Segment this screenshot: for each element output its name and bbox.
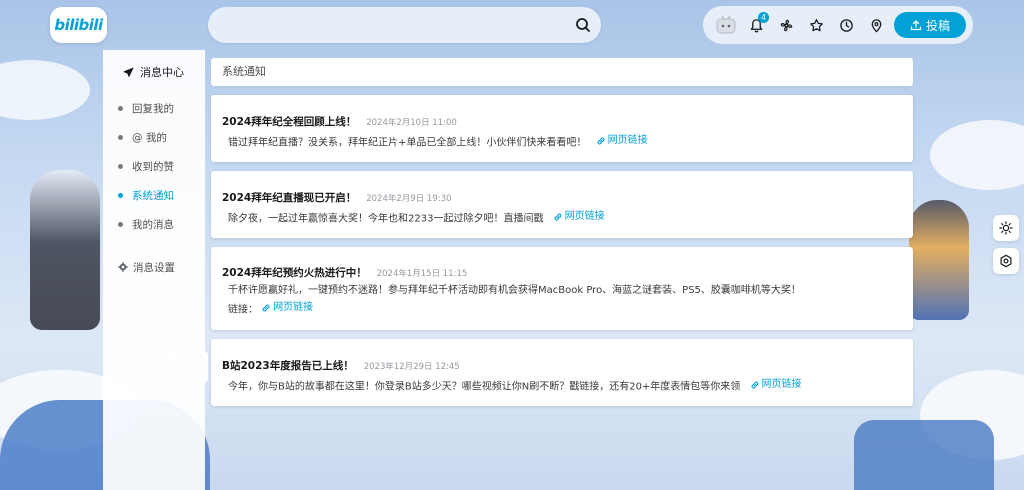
web-link[interactable]: 网页链接 <box>261 299 313 316</box>
gear-icon <box>118 262 128 272</box>
background-character-left <box>30 170 100 330</box>
bullet-dot <box>118 222 123 227</box>
sidebar-title-text: 消息中心 <box>140 66 184 79</box>
bilibili-logo[interactable]: bilibili <box>50 7 107 43</box>
bullet-dot <box>118 135 123 140</box>
sidebar-item-message-settings[interactable]: 消息设置 <box>103 253 205 281</box>
link-icon <box>597 137 605 144</box>
location-pin-icon <box>871 18 881 33</box>
link-icon <box>262 304 270 311</box>
notification-button[interactable]: 4 <box>741 10 771 40</box>
upload-button[interactable]: 投稿 <box>894 12 966 38</box>
bullet-dot <box>118 164 123 169</box>
notice-link-line: 链接： 网页链接 <box>228 299 913 319</box>
logo-text: bilibili <box>54 16 103 34</box>
sidebar-item-likes[interactable]: 收到的赞 <box>103 152 205 181</box>
notice-title: B站2023年度报告已上线！ <box>222 360 354 372</box>
favorites-button[interactable] <box>801 10 831 40</box>
notice-text: 错过拜年纪直播？没关系，拜年纪正片+单品已全部上线！小伙伴们快来看看吧！ <box>228 137 587 149</box>
background-cloud <box>930 120 1024 190</box>
sun-icon <box>999 221 1013 235</box>
link-icon <box>554 213 562 220</box>
upload-icon <box>910 20 922 31</box>
notice-title: 2024拜年纪预约火热进行中！ <box>222 267 367 279</box>
notification-count-badge: 4 <box>758 12 769 23</box>
notice-body: 错过拜年纪直播？没关系，拜年纪正片+单品已全部上线！小伙伴们快来看看吧！ 网页链… <box>222 132 913 152</box>
background-cloud <box>0 60 90 120</box>
star-icon <box>809 18 823 31</box>
search-input[interactable] <box>208 7 601 43</box>
notice-text: 除夕夜，一起过年赢惊喜大奖！今年也和2233一起过除夕吧！直播间戳 <box>228 213 544 225</box>
web-link[interactable]: 网页链接 <box>596 132 648 149</box>
paper-plane-icon <box>123 67 134 77</box>
sidebar-item-mentions[interactable]: @ 我的 <box>103 123 205 152</box>
customize-button[interactable] <box>993 248 1019 274</box>
sidebar-item-label: 收到的赞 <box>132 161 174 173</box>
notice-text: 链接： <box>228 304 258 316</box>
bullet-dot <box>118 106 123 111</box>
notice-text: 千杯许愿赢好礼，一键预约不迷路！参与拜年纪千杯活动即有机会获得MacBook P… <box>228 285 801 296</box>
background-pipe-right <box>854 420 994 490</box>
sidebar-title: 消息中心 <box>103 50 205 94</box>
notice-card: 2024拜年纪直播现已开启！ 2024年2月9日 19:30 除夕夜，一起过年赢… <box>211 171 913 238</box>
sidebar-item-label: 系统通知 <box>132 190 174 202</box>
notice-header: 2024拜年纪预约火热进行中！ 2024年1月15日 11:15 <box>222 265 913 280</box>
notice-time: 2024年2月10日 11:00 <box>366 118 457 128</box>
avatar-button[interactable] <box>711 10 741 40</box>
notice-time: 2024年1月15日 11:15 <box>376 269 468 279</box>
search-icon[interactable] <box>575 17 591 33</box>
settings-icon <box>1000 254 1012 268</box>
history-button[interactable] <box>831 10 861 40</box>
link-label: 网页链接 <box>761 379 802 390</box>
notice-header: 2024拜年纪直播现已开启！ 2024年2月9日 19:30 <box>222 190 913 205</box>
notice-time: 2023年12月29日 12:45 <box>363 362 460 372</box>
notice-card: B站2023年度报告已上线！ 2023年12月29日 12:45 今年，你与B站… <box>211 339 913 406</box>
link-label: 网页链接 <box>273 302 314 313</box>
sidebar-item-label: 我的消息 <box>132 219 174 231</box>
notice-card: 2024拜年纪全程回顾上线！ 2024年2月10日 11:00 错过拜年纪直播？… <box>211 95 913 162</box>
sidebar-item-label: @ 我的 <box>132 132 167 144</box>
web-link[interactable]: 网页链接 <box>750 376 802 393</box>
notice-text: 今年，你与B站的故事都在这里！你登录B站多少天？哪些视频让你N刷不断？戳链接，还… <box>228 381 741 393</box>
sidebar-item-my-messages[interactable]: 我的消息 <box>103 210 205 239</box>
link-label: 网页链接 <box>564 211 605 222</box>
creative-center-button[interactable] <box>861 10 891 40</box>
page-title: 系统通知 <box>211 58 913 86</box>
notice-time: 2024年2月9日 19:30 <box>366 194 452 204</box>
message-sidebar: 消息中心 回复我的 @ 我的 收到的赞 系统通知 我的消息 消息设置 <box>103 50 205 490</box>
notice-body: 除夕夜，一起过年赢惊喜大奖！今年也和2233一起过除夕吧！直播间戳 网页链接 <box>222 208 913 228</box>
link-icon <box>751 381 758 388</box>
sidebar-item-replies[interactable]: 回复我的 <box>103 94 205 123</box>
upload-label: 投稿 <box>925 18 950 33</box>
sidebar-item-system-notices[interactable]: 系统通知 <box>103 181 205 210</box>
notice-title: 2024拜年纪全程回顾上线！ <box>222 116 357 128</box>
tv-mascot-avatar-icon <box>716 15 736 34</box>
link-label: 网页链接 <box>607 135 648 146</box>
web-link[interactable]: 网页链接 <box>553 208 605 225</box>
bullet-dot <box>118 193 123 198</box>
notice-title: 2024拜年纪直播现已开启！ <box>222 192 357 204</box>
background-character-right <box>909 200 969 320</box>
dynamics-button[interactable] <box>771 10 801 40</box>
notice-card: 2024拜年纪预约火热进行中！ 2024年1月15日 11:15 千杯许愿赢好礼… <box>211 247 913 330</box>
notice-header: 2024拜年纪全程回顾上线！ 2024年2月10日 11:00 <box>222 114 913 129</box>
settings-label: 消息设置 <box>133 261 175 274</box>
notice-header: B站2023年度报告已上线！ 2023年12月29日 12:45 <box>222 358 913 373</box>
theme-toggle-button[interactable] <box>993 215 1019 241</box>
notice-body: 千杯许愿赢好礼，一键预约不迷路！参与拜年纪千杯活动即有机会获得MacBook P… <box>222 282 913 319</box>
windmill-icon <box>780 19 792 31</box>
clock-icon <box>839 18 853 32</box>
notice-body: 今年，你与B站的故事都在这里！你登录B站多少天？哪些视频让你N刷不断？戳链接，还… <box>222 376 913 396</box>
sidebar-item-label: 回复我的 <box>132 103 174 115</box>
